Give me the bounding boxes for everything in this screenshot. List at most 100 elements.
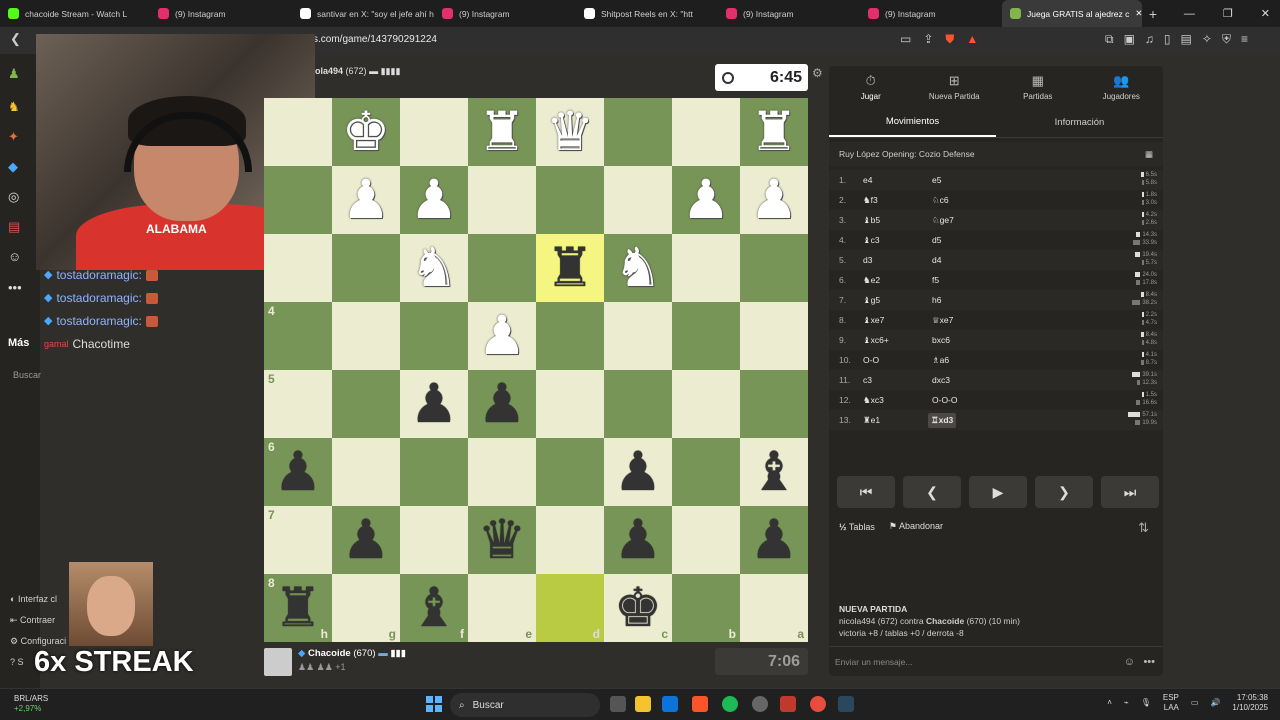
board-square[interactable] bbox=[332, 438, 400, 506]
black-move[interactable]: f5 bbox=[928, 275, 1078, 285]
maximize-icon[interactable]: ❐ bbox=[1223, 7, 1233, 20]
resign-button[interactable]: ⚑ Abandonar bbox=[889, 521, 943, 532]
black-pawn-piece[interactable]: ♟ bbox=[274, 445, 322, 499]
url-field[interactable]: s.com/game/143790291224 bbox=[313, 34, 437, 45]
white-pawn-piece[interactable]: ♟ bbox=[750, 173, 798, 227]
black-move[interactable]: ♕xe7 bbox=[928, 315, 1078, 326]
avatar[interactable] bbox=[264, 648, 292, 676]
board-square[interactable] bbox=[400, 302, 468, 370]
board-square[interactable]: ♟ bbox=[468, 302, 536, 370]
recorder-icon[interactable] bbox=[780, 696, 796, 712]
minimize-icon[interactable]: — bbox=[1184, 8, 1195, 20]
white-move[interactable]: e4 bbox=[861, 175, 928, 185]
board-square[interactable]: 4 bbox=[264, 302, 332, 370]
board-square[interactable]: 7 bbox=[264, 506, 332, 574]
board-square[interactable] bbox=[604, 302, 672, 370]
panel-tab[interactable]: ▦ Partidas bbox=[996, 66, 1080, 108]
panel-tab[interactable]: 👥 Jugadores bbox=[1080, 66, 1164, 108]
board-square[interactable]: ♟ bbox=[468, 370, 536, 438]
black-move[interactable]: ♖xd3 bbox=[928, 412, 957, 428]
music-icon[interactable]: ♫ bbox=[1145, 32, 1154, 47]
white-move[interactable]: ♜e1 bbox=[861, 415, 928, 426]
opera-icon[interactable] bbox=[810, 696, 826, 712]
board-square[interactable] bbox=[400, 438, 468, 506]
extensions-icon[interactable]: ⧉ bbox=[1105, 32, 1114, 47]
more-dots-icon[interactable]: ••• bbox=[1143, 656, 1155, 668]
black-move[interactable]: ♘ge7 bbox=[928, 215, 1078, 226]
board-square[interactable]: ♟ bbox=[332, 166, 400, 234]
board-square[interactable] bbox=[672, 438, 740, 506]
book-icon[interactable]: ▦ bbox=[1145, 149, 1153, 160]
play-button[interactable]: ▶ bbox=[969, 476, 1027, 508]
panel-tab[interactable]: ⊞ Nueva Partida bbox=[913, 66, 997, 108]
puzzles-icon[interactable]: ✦ bbox=[8, 129, 28, 145]
board-square[interactable]: ♛ bbox=[536, 98, 604, 166]
board-square[interactable]: ♟ bbox=[400, 370, 468, 438]
browser-tab[interactable]: (9) Instagram bbox=[718, 0, 860, 27]
white-move[interactable]: ♝xe7 bbox=[861, 315, 928, 326]
brave-icon[interactable] bbox=[692, 696, 708, 712]
white-pawn-piece[interactable]: ♟ bbox=[478, 309, 526, 363]
clock[interactable]: 17:05:38 1/10/2025 bbox=[1232, 693, 1268, 713]
black-move[interactable]: h6 bbox=[928, 295, 1078, 305]
board-square[interactable]: ♟ bbox=[740, 506, 808, 574]
white-knight-piece[interactable]: ♞ bbox=[614, 241, 662, 295]
black-pawn-piece[interactable]: ♟ bbox=[342, 513, 390, 567]
black-rook-piece[interactable]: ♜ bbox=[546, 241, 594, 295]
board-square[interactable] bbox=[264, 166, 332, 234]
windows-start-icon[interactable] bbox=[426, 696, 442, 712]
white-move[interactable]: d3 bbox=[861, 255, 928, 265]
white-pawn-piece[interactable]: ♟ bbox=[342, 173, 390, 227]
white-pawn-piece[interactable]: ♟ bbox=[410, 173, 458, 227]
board-square[interactable] bbox=[400, 506, 468, 574]
sidebar-search[interactable]: Buscar bbox=[13, 370, 41, 380]
board-square[interactable] bbox=[468, 166, 536, 234]
white-rook-piece[interactable]: ♜ bbox=[478, 105, 526, 159]
new-tab-button[interactable]: + bbox=[1142, 6, 1164, 22]
white-move[interactable]: ♝b5 bbox=[861, 215, 928, 226]
black-move[interactable]: e5 bbox=[928, 175, 1078, 185]
black-pawn-piece[interactable]: ♟ bbox=[614, 513, 662, 567]
last-move-button[interactable]: ⏭ bbox=[1101, 476, 1159, 508]
draw-button[interactable]: ½ Tablas bbox=[839, 522, 875, 532]
sidebar-icon[interactable]: ▯ bbox=[1164, 32, 1171, 47]
board-square[interactable] bbox=[332, 234, 400, 302]
board-square[interactable]: c ♚ bbox=[604, 574, 672, 642]
black-move[interactable]: bxc6 bbox=[928, 335, 1078, 345]
white-rook-piece[interactable]: ♜ bbox=[750, 105, 798, 159]
board-square[interactable]: ♟ bbox=[400, 166, 468, 234]
file-explorer-icon[interactable] bbox=[635, 696, 651, 712]
board-square[interactable] bbox=[672, 506, 740, 574]
board-square[interactable]: ♚ bbox=[332, 98, 400, 166]
board-square[interactable] bbox=[332, 302, 400, 370]
board-square[interactable] bbox=[604, 370, 672, 438]
black-pawn-piece[interactable]: ♟ bbox=[750, 513, 798, 567]
black-pawn-piece[interactable]: ♟ bbox=[614, 445, 662, 499]
vpn-icon[interactable]: ⛨ bbox=[1222, 32, 1231, 47]
board-square[interactable]: ♞ bbox=[604, 234, 672, 302]
previous-move-button[interactable]: ❮ bbox=[903, 476, 961, 508]
board-square[interactable] bbox=[332, 370, 400, 438]
board-square[interactable] bbox=[672, 302, 740, 370]
white-move[interactable]: ♞e2 bbox=[861, 275, 928, 286]
board-square[interactable] bbox=[536, 302, 604, 370]
board-square[interactable]: ♟ bbox=[740, 166, 808, 234]
steam-icon[interactable] bbox=[838, 696, 854, 712]
black-move[interactable]: d4 bbox=[928, 255, 1078, 265]
tab-information[interactable]: Información bbox=[996, 108, 1163, 137]
browser-tab[interactable]: (9) Instagram bbox=[150, 0, 292, 27]
panel-tab[interactable]: ⏱ Jugar bbox=[829, 66, 913, 108]
white-king-piece[interactable]: ♚ bbox=[342, 105, 390, 159]
app-icon[interactable] bbox=[752, 696, 768, 712]
board-square[interactable] bbox=[740, 234, 808, 302]
black-bishop-piece[interactable]: ♝ bbox=[750, 445, 798, 499]
black-move[interactable]: ♗a6 bbox=[928, 355, 1078, 366]
chess-board[interactable]: ♚ ♜ ♛ ♜ ♟ ♟ ♟ ♟ ♞ ♜ ♞ 4 ♟ 5 ♟ ♟ 6 ♟ ♟ ♝ 7 ♟ ♛ ♟ ♟ 8 h ♜ g f ♝ e d c ♚ b a bbox=[264, 98, 808, 642]
board-square[interactable] bbox=[264, 234, 332, 302]
install-icon[interactable]: ▭ bbox=[900, 32, 911, 47]
board-square[interactable]: ♟ bbox=[332, 506, 400, 574]
edge-icon[interactable] bbox=[662, 696, 678, 712]
board-square[interactable] bbox=[604, 166, 672, 234]
collapse-item[interactable]: ⇤ Contraer bbox=[10, 610, 66, 631]
board-square[interactable] bbox=[468, 438, 536, 506]
